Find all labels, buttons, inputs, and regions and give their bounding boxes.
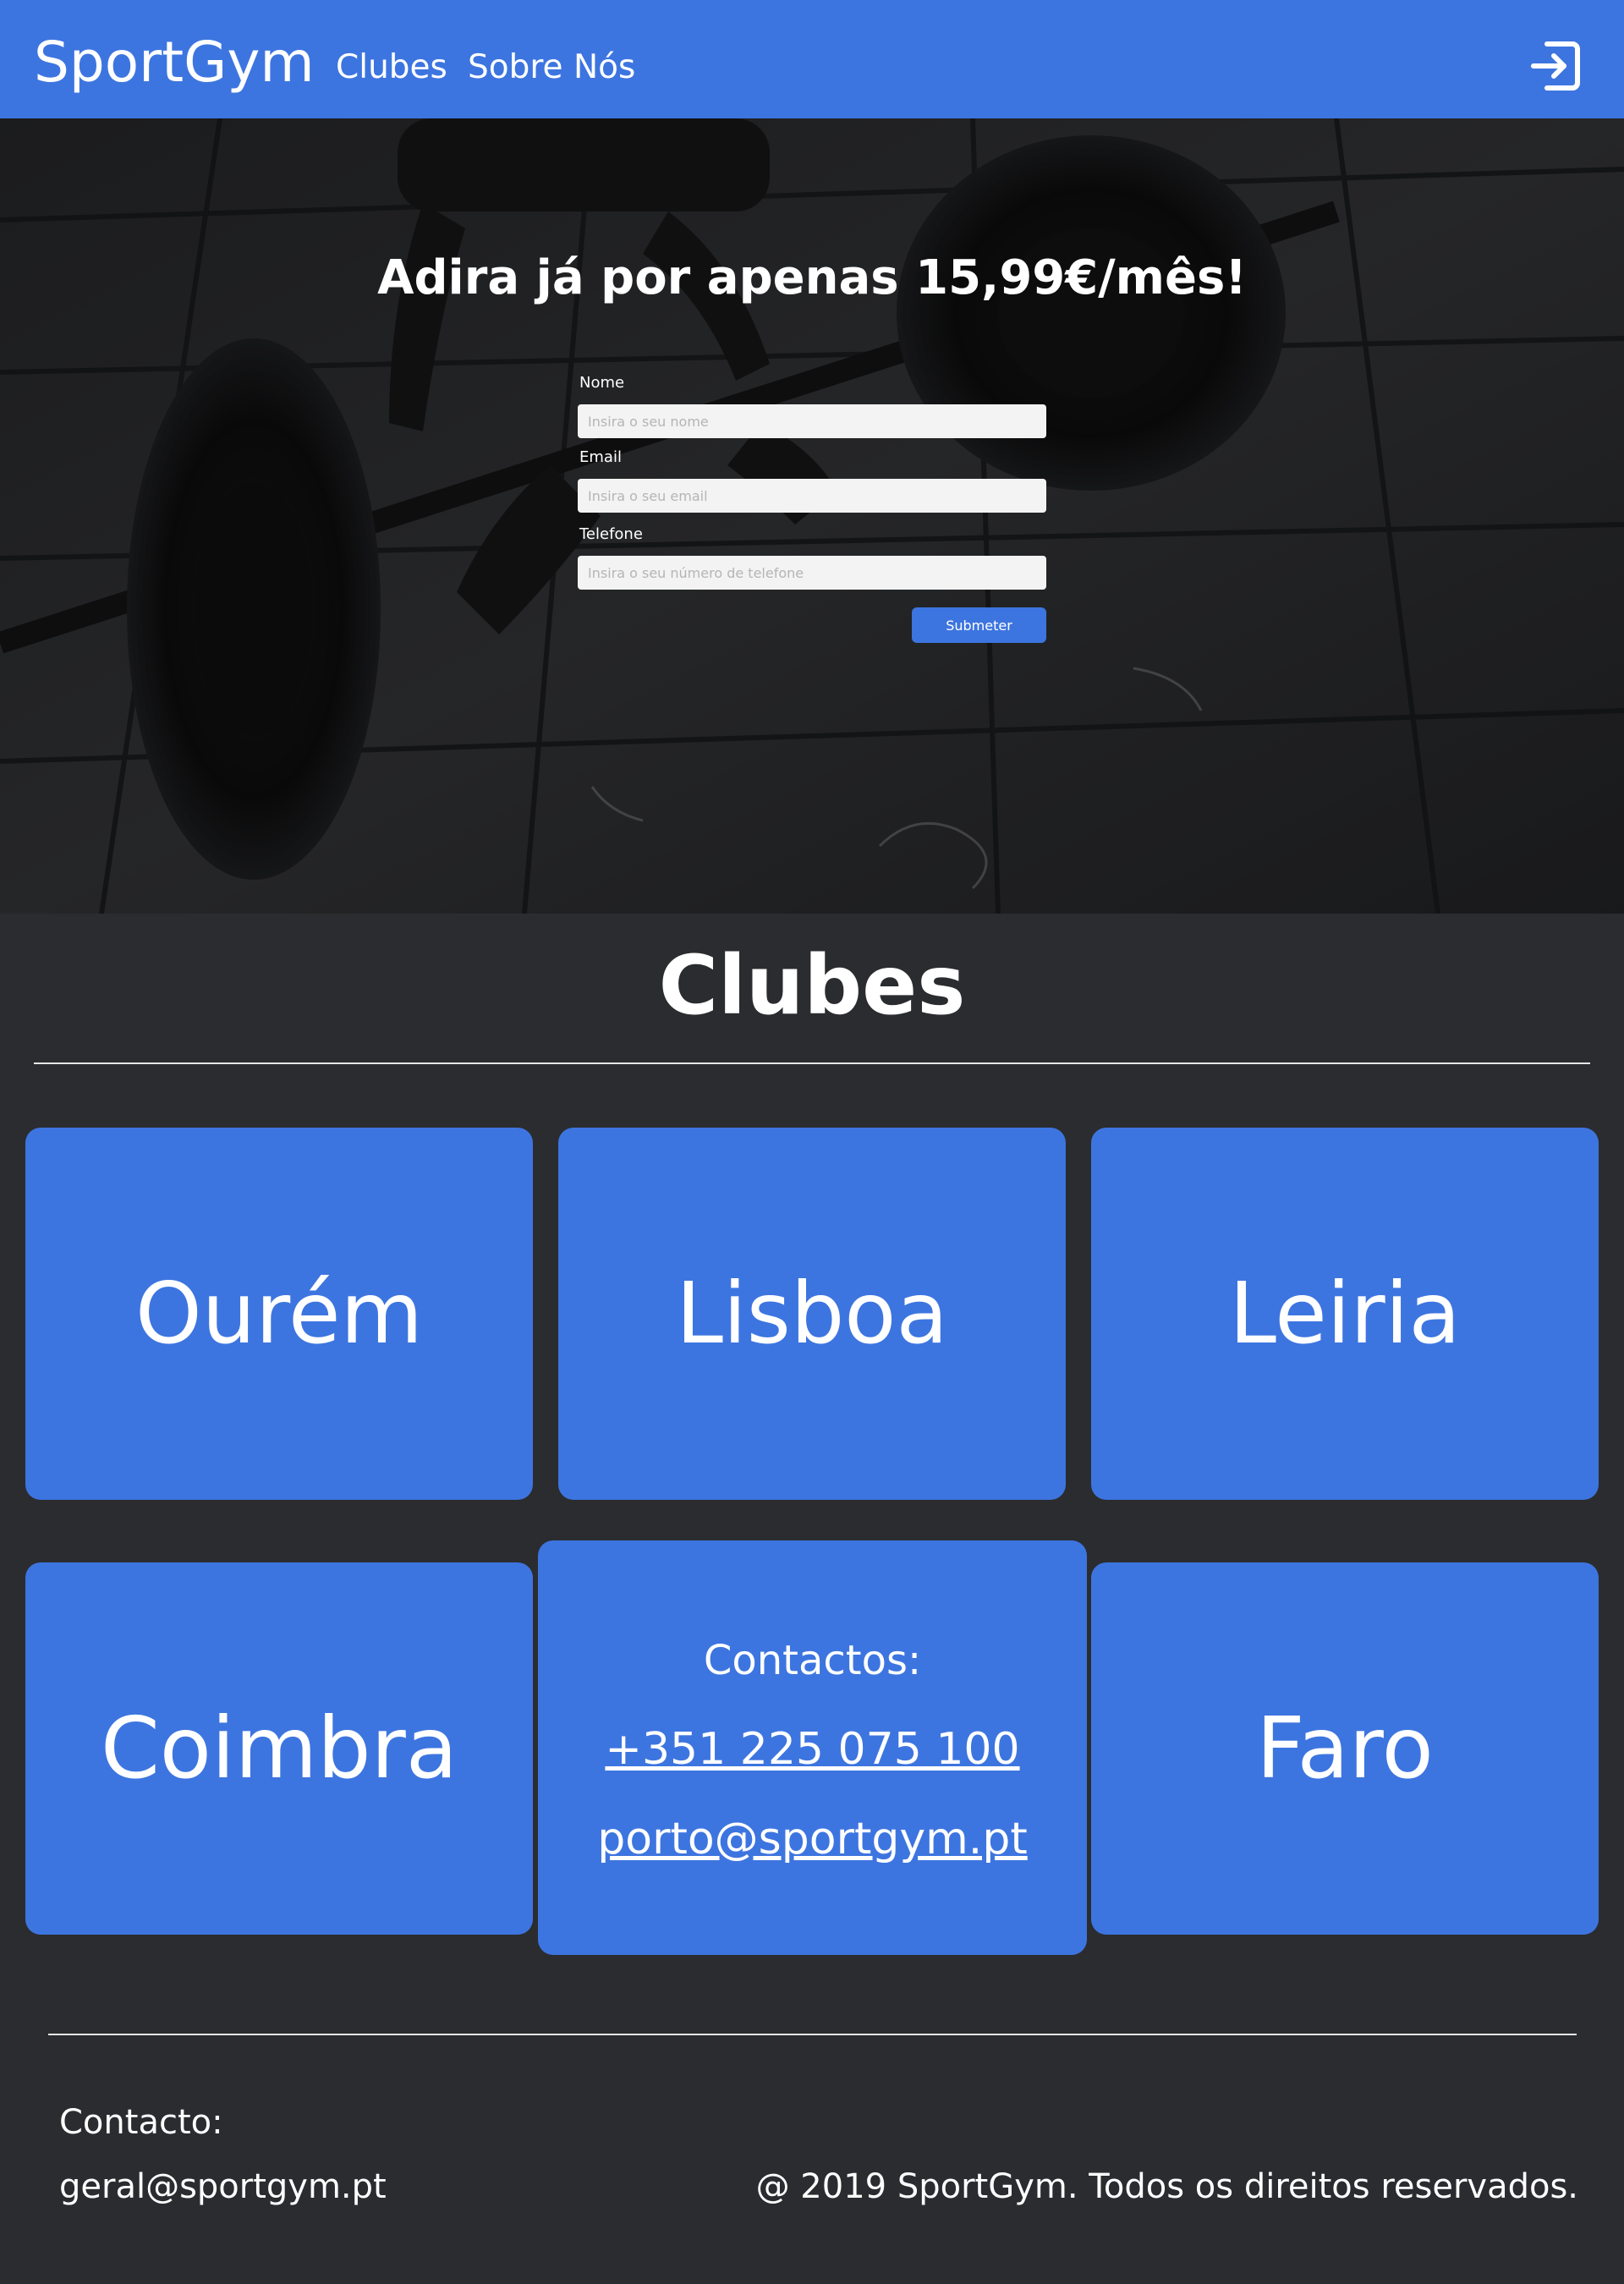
email-label: Email (579, 448, 622, 466)
contact-email-link[interactable]: porto@sportgym.pt (597, 1813, 1027, 1865)
clubes-section-title: Clubes (658, 938, 966, 1033)
footer-email: geral@sportgym.pt (59, 2167, 387, 2206)
club-card-coimbra[interactable]: Coimbra (25, 1562, 533, 1935)
name-label: Nome (579, 374, 625, 392)
club-name: Lisboa (676, 1264, 948, 1363)
nav-link-clubes[interactable]: Clubes (336, 47, 447, 88)
phone-label: Telefone (579, 525, 643, 543)
club-card-lisboa[interactable]: Lisboa (558, 1128, 1066, 1500)
footer-divider (48, 2034, 1577, 2035)
phone-input[interactable] (578, 556, 1046, 590)
hero-background-image (0, 118, 1624, 914)
club-card-ourem[interactable]: Ourém (25, 1128, 533, 1500)
club-name: Coimbra (100, 1699, 458, 1798)
navbar: SportGym Clubes Sobre Nós (0, 0, 1624, 118)
contact-card-heading: Contactos: (703, 1637, 922, 1684)
section-divider (34, 1062, 1590, 1064)
footer-copyright: @ 2019 SportGym. Todos os direitos reser… (755, 2167, 1578, 2206)
footer-contact-label: Contacto: (59, 2103, 223, 2142)
club-card-faro[interactable]: Faro (1091, 1562, 1599, 1935)
club-name: Faro (1256, 1699, 1434, 1798)
contact-phone-link[interactable]: +351 225 075 100 (605, 1723, 1019, 1776)
contact-card: Contactos: +351 225 075 100 porto@sportg… (538, 1540, 1087, 1955)
email-input[interactable] (578, 479, 1046, 513)
brand-logo[interactable]: SportGym (34, 29, 315, 96)
club-card-leiria[interactable]: Leiria (1091, 1128, 1599, 1500)
club-name: Leiria (1229, 1264, 1461, 1363)
name-input[interactable] (578, 404, 1046, 438)
club-name: Ourém (135, 1264, 423, 1363)
submit-button[interactable]: Submeter (912, 607, 1046, 643)
hero-title: Adira já por apenas 15,99€/mês! (377, 250, 1247, 305)
nav-link-sobre-nos[interactable]: Sobre Nós (468, 47, 635, 88)
hero-section: Adira já por apenas 15,99€/mês! Nome Ema… (0, 118, 1624, 914)
login-arrow-icon[interactable] (1525, 36, 1586, 96)
